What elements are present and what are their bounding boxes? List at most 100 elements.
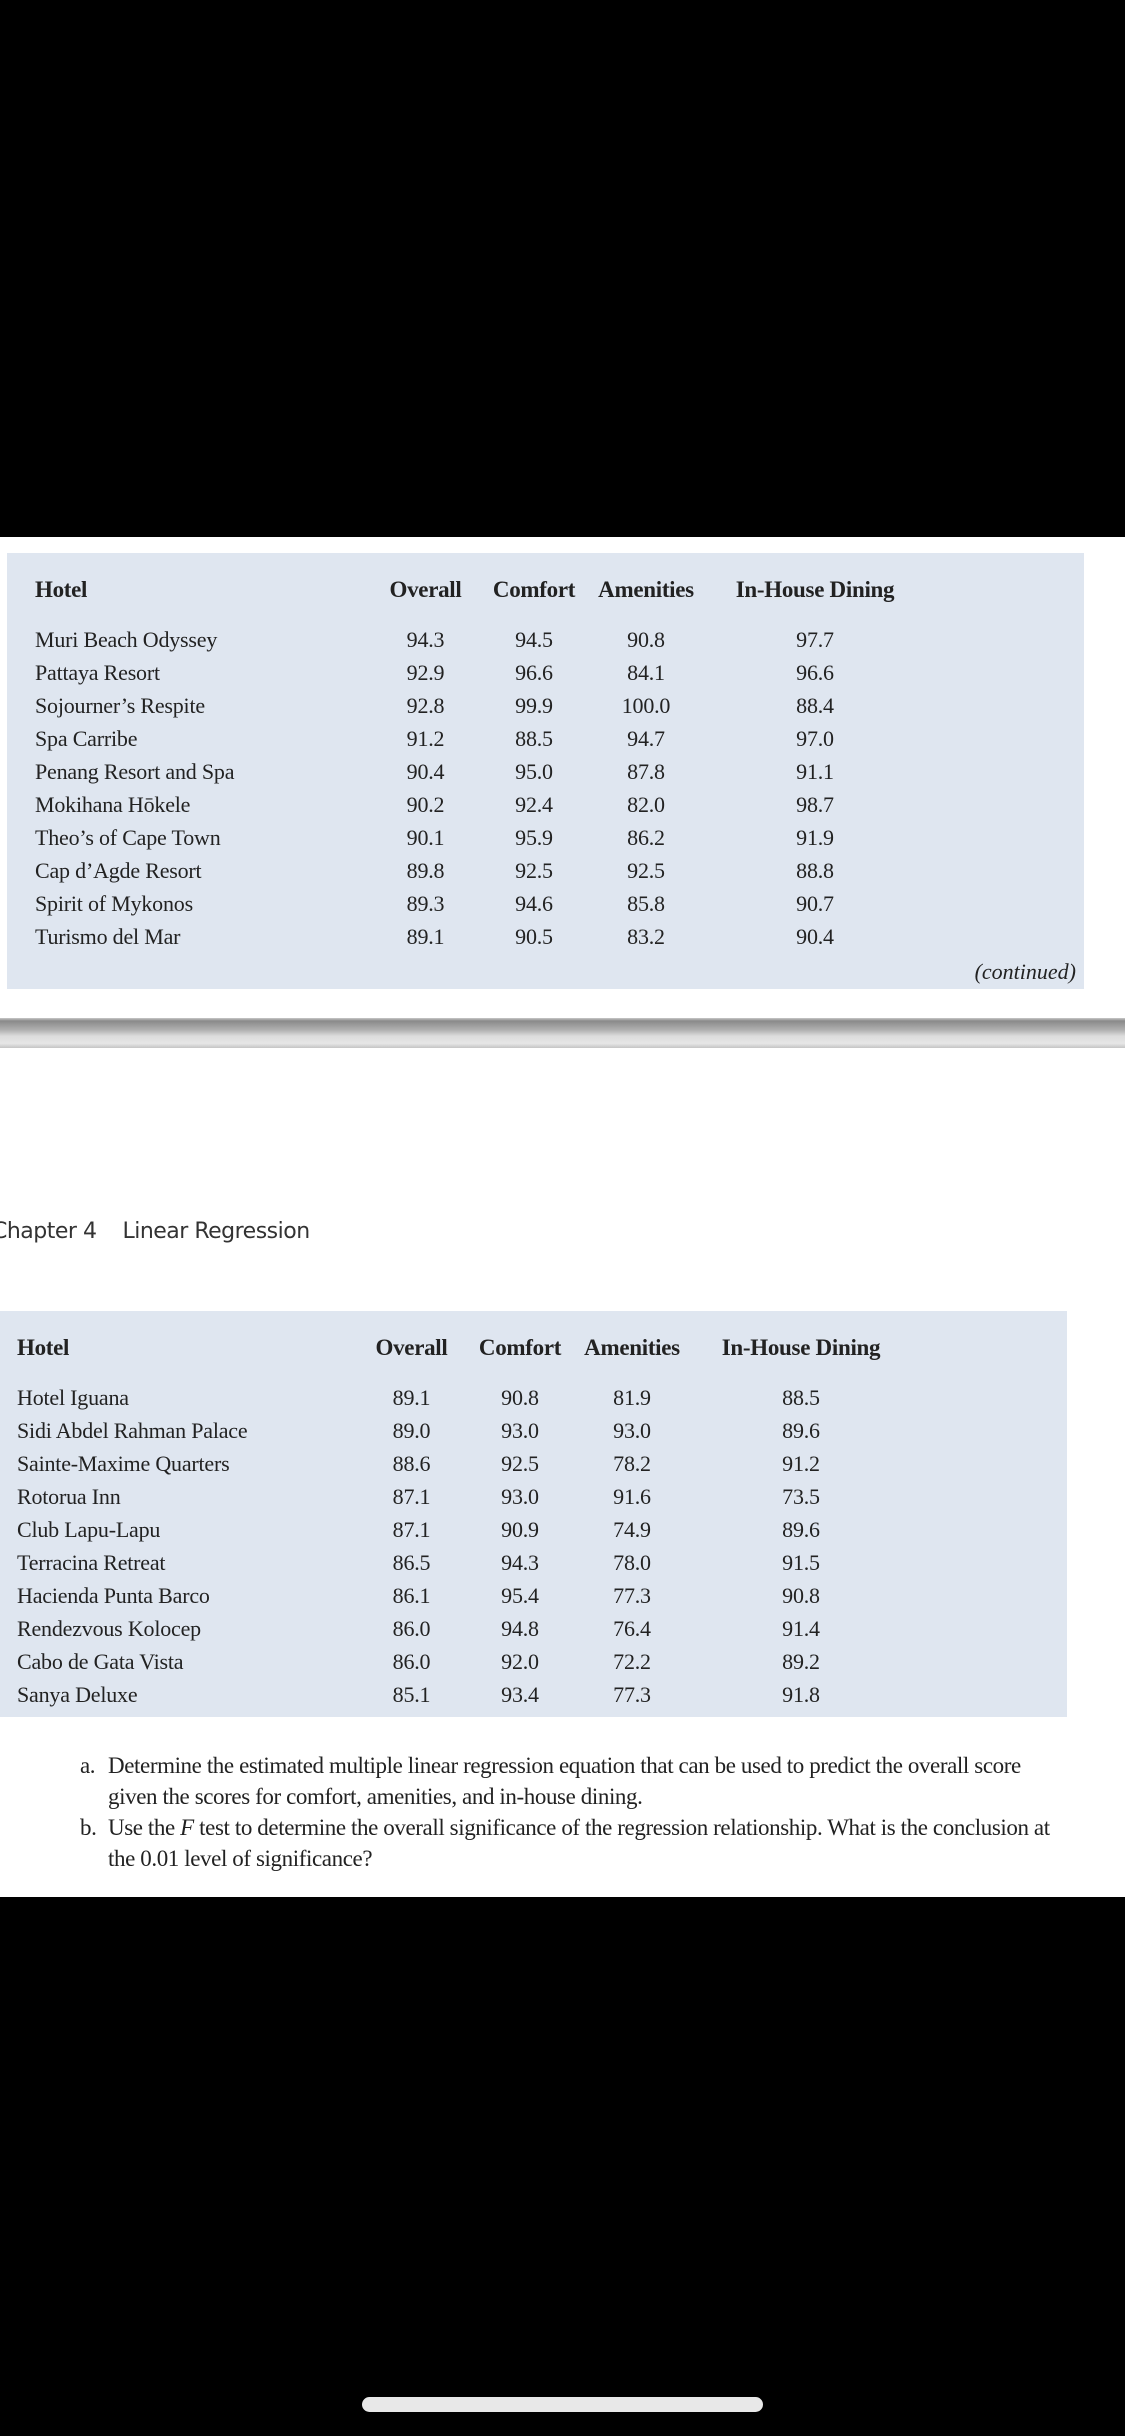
cell-hotel: Hacienda Punta Barco xyxy=(17,1582,210,1608)
cell-amenities: 81.9 xyxy=(613,1384,651,1410)
table-row: Rotorua Inn 87.1 93.0 91.6 73.5 xyxy=(17,1480,914,1513)
question-text: Use the F test to determine the overall … xyxy=(108,1812,1075,1874)
cell-overall: 89.8 xyxy=(406,857,445,883)
table-row: Club Lapu-Lapu 87.1 90.9 74.9 89.6 xyxy=(17,1513,914,1546)
cell-overall: 92.9 xyxy=(406,659,445,685)
cell-amenities: 91.6 xyxy=(613,1483,651,1509)
cell-in-house-dining: 90.7 xyxy=(796,890,834,916)
table-row: Sidi Abdel Rahman Palace 89.0 93.0 93.0 89.6 xyxy=(17,1414,914,1447)
header-in-house-dining: In-House Dining xyxy=(721,1335,881,1360)
table-row: Spa Carribe 91.2 88.5 94.7 97.0 xyxy=(35,722,928,755)
page-separator xyxy=(0,1018,1125,1048)
cell-in-house-dining: 90.4 xyxy=(796,923,834,949)
cell-overall: 90.1 xyxy=(406,824,445,850)
cell-hotel: Hotel Iguana xyxy=(17,1384,129,1410)
hotel-table-part-1: Hotel Overall Comfort Amenities In-House… xyxy=(7,553,1084,989)
textbook-page: Hotel Overall Comfort Amenities In-House… xyxy=(0,537,1125,1897)
cell-overall: 91.2 xyxy=(406,725,445,751)
cell-amenities: 78.0 xyxy=(613,1549,651,1575)
table-row: Cabo de Gata Vista 86.0 92.0 72.2 89.2 xyxy=(17,1645,914,1678)
cell-hotel: Spirit of Mykonos xyxy=(35,890,193,916)
cell-overall: 89.3 xyxy=(406,890,445,916)
cell-overall: 89.1 xyxy=(392,1384,431,1410)
cell-overall: 90.4 xyxy=(406,758,445,784)
cell-amenities: 94.7 xyxy=(627,725,665,751)
table-row: Hotel Iguana 89.1 90.8 81.9 88.5 xyxy=(17,1371,914,1414)
cell-overall: 89.0 xyxy=(392,1417,431,1443)
chapter-number: Chapter 4 xyxy=(0,1219,97,1244)
cell-comfort: 92.4 xyxy=(515,791,553,817)
cell-hotel: Theo’s of Cape Town xyxy=(35,824,221,850)
cell-in-house-dining: 90.8 xyxy=(782,1582,820,1608)
table-row: Cap d’Agde Resort 89.8 92.5 92.5 88.8 xyxy=(35,854,928,887)
cell-in-house-dining: 89.6 xyxy=(782,1417,820,1443)
cell-in-house-dining: 97.7 xyxy=(796,626,834,652)
cell-amenities: 72.2 xyxy=(613,1648,651,1674)
cell-overall: 86.0 xyxy=(392,1648,431,1674)
cell-hotel: Rotorua Inn xyxy=(17,1483,121,1509)
table-row: Penang Resort and Spa 90.4 95.0 87.8 91.1 xyxy=(35,755,928,788)
table-row: Turismo del Mar 89.1 90.5 83.2 90.4 xyxy=(35,920,928,953)
table-row: Theo’s of Cape Town 90.1 95.9 86.2 91.9 xyxy=(35,821,928,854)
cell-comfort: 90.8 xyxy=(501,1384,539,1410)
cell-comfort: 88.5 xyxy=(515,725,553,751)
cell-overall: 86.5 xyxy=(392,1549,431,1575)
cell-overall: 92.8 xyxy=(406,692,445,718)
cell-comfort: 95.9 xyxy=(515,824,553,850)
cell-overall: 90.2 xyxy=(406,791,445,817)
cell-hotel: Penang Resort and Spa xyxy=(35,758,235,784)
cell-comfort: 95.4 xyxy=(501,1582,539,1608)
header-overall: Overall xyxy=(389,577,462,602)
header-overall: Overall xyxy=(375,1335,448,1360)
hotel-scores-table-2: Hotel Overall Comfort Amenities In-House… xyxy=(17,1335,914,1711)
cell-overall: 85.1 xyxy=(392,1681,431,1707)
home-indicator[interactable] xyxy=(362,2397,763,2412)
header-amenities: Amenities xyxy=(584,1335,680,1360)
hotel-table-part-2: Hotel Overall Comfort Amenities In-House… xyxy=(0,1311,1067,1717)
cell-hotel: Turismo del Mar xyxy=(35,923,181,949)
table-header-row: Hotel Overall Comfort Amenities In-House… xyxy=(17,1335,914,1371)
cell-amenities: 86.2 xyxy=(627,824,665,850)
cell-in-house-dining: 91.4 xyxy=(782,1615,820,1641)
cell-comfort: 96.6 xyxy=(515,659,553,685)
cell-in-house-dining: 91.8 xyxy=(782,1681,820,1707)
cell-comfort: 92.5 xyxy=(501,1450,539,1476)
cell-comfort: 93.4 xyxy=(501,1681,539,1707)
exercise-questions: a. Determine the estimated multiple line… xyxy=(75,1750,1075,1874)
cell-hotel: Rendezvous Kolocep xyxy=(17,1615,201,1641)
cell-in-house-dining: 73.5 xyxy=(782,1483,820,1509)
cell-in-house-dining: 89.2 xyxy=(782,1648,820,1674)
cell-hotel: Cap d’Agde Resort xyxy=(35,857,202,883)
cell-amenities: 76.4 xyxy=(613,1615,651,1641)
cell-comfort: 94.3 xyxy=(501,1549,539,1575)
header-in-house-dining: In-House Dining xyxy=(735,577,895,602)
cell-comfort: 90.9 xyxy=(501,1516,539,1542)
cell-hotel: Sainte-Maxime Quarters xyxy=(17,1450,230,1476)
cell-in-house-dining: 88.5 xyxy=(782,1384,820,1410)
hotel-scores-table-1: Hotel Overall Comfort Amenities In-House… xyxy=(35,577,928,953)
table-row: Mokihana Hōkele 90.2 92.4 82.0 98.7 xyxy=(35,788,928,821)
cell-in-house-dining: 88.4 xyxy=(796,692,834,718)
cell-in-house-dining: 91.2 xyxy=(782,1450,820,1476)
cell-amenities: 77.3 xyxy=(613,1582,651,1608)
cell-overall: 86.0 xyxy=(392,1615,431,1641)
cell-hotel: Sanya Deluxe xyxy=(17,1681,138,1707)
cell-hotel: Spa Carribe xyxy=(35,725,138,751)
header-comfort: Comfort xyxy=(492,577,576,602)
cell-amenities: 78.2 xyxy=(613,1450,651,1476)
cell-amenities: 90.8 xyxy=(627,626,665,652)
cell-comfort: 92.0 xyxy=(501,1648,539,1674)
cell-hotel: Club Lapu-Lapu xyxy=(17,1516,161,1542)
cell-amenities: 77.3 xyxy=(613,1681,651,1707)
cell-overall: 94.3 xyxy=(406,626,445,652)
table-body-2: Hotel Iguana 89.1 90.8 81.9 88.5 Sidi Abdel R… xyxy=(17,1371,914,1711)
header-hotel: Hotel xyxy=(17,1335,70,1360)
cell-overall: 89.1 xyxy=(406,923,445,949)
cell-amenities: 82.0 xyxy=(627,791,665,817)
table-row: Muri Beach Odyssey 94.3 94.5 90.8 97.7 xyxy=(35,613,928,656)
table-body-1: Muri Beach Odyssey 94.3 94.5 90.8 97.7 Pattay… xyxy=(35,613,928,953)
header-amenities: Amenities xyxy=(598,577,694,602)
question-b: b. Use the F test to determine the overa… xyxy=(75,1812,1075,1874)
cell-overall: 88.6 xyxy=(392,1450,431,1476)
cell-in-house-dining: 97.0 xyxy=(796,725,834,751)
